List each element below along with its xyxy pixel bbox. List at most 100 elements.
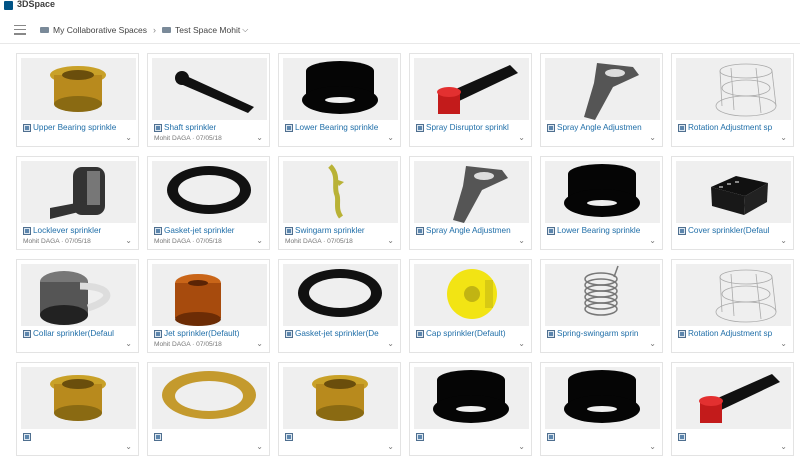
object-card[interactable]: Spring-swingarm sprin ⌄	[540, 259, 663, 353]
object-card[interactable]: Jet sprinkler(Default) Mohit DAGA · 07/05…	[147, 259, 270, 353]
card-title-link[interactable]: Shaft sprinkler	[164, 123, 216, 132]
part-thumbnail[interactable]	[21, 264, 136, 326]
part-thumbnail[interactable]	[676, 264, 791, 326]
object-card[interactable]: ⌄	[147, 362, 270, 456]
part-thumbnail[interactable]	[152, 58, 267, 120]
object-card[interactable]: Shaft sprinkler Mohit DAGA · 07/05/18 ⌄	[147, 53, 270, 147]
object-card[interactable]: Swingarm sprinkler Mohit DAGA · 07/05/18 ⌄	[278, 156, 401, 250]
chevron-down-icon[interactable]: ⌄	[518, 236, 525, 245]
object-card[interactable]: ⌄	[540, 362, 663, 456]
card-title-link[interactable]: Upper Bearing sprinkle	[33, 123, 116, 132]
part-thumbnail[interactable]	[545, 264, 660, 326]
part-thumbnail[interactable]	[414, 58, 529, 120]
object-card[interactable]: ⌄	[16, 362, 139, 456]
part-thumbnail[interactable]	[21, 58, 136, 120]
part-thumbnail[interactable]	[152, 264, 267, 326]
chevron-down-icon[interactable]: ⌄	[256, 442, 263, 451]
part-thumbnail[interactable]	[152, 161, 267, 223]
chevron-down-icon[interactable]: ⌄	[780, 133, 787, 142]
object-card[interactable]: Gasket-jet sprinkler Mohit DAGA · 07/05/1…	[147, 156, 270, 250]
object-card[interactable]: Rotation Adjustment sp ⌄	[671, 259, 794, 353]
card-title-link[interactable]: Cap sprinkler(Default)	[426, 329, 506, 338]
part-thumbnail[interactable]	[283, 367, 398, 429]
card-title-link[interactable]: Rotation Adjustment sp	[688, 329, 772, 338]
card-title-link[interactable]: Spring-swingarm sprin	[557, 329, 638, 338]
object-card[interactable]: ⌄	[671, 362, 794, 456]
chevron-down-icon[interactable]: ⌄	[256, 339, 263, 348]
card-title-link[interactable]: Spray Angle Adjustmen	[426, 226, 511, 235]
card-title-link[interactable]: Gasket-jet sprinkler(De	[295, 329, 379, 338]
title-row: Cap sprinkler(Default)	[416, 328, 515, 339]
object-card[interactable]: Locklever sprinkler Mohit DAGA · 07/05/18…	[16, 156, 139, 250]
card-title-link[interactable]: Lower Bearing sprinkle	[557, 226, 640, 235]
chevron-down-icon[interactable]: ⌄	[649, 442, 656, 451]
object-card[interactable]: Rotation Adjustment sp ⌄	[671, 53, 794, 147]
chevron-down-icon[interactable]: ⌄	[387, 442, 394, 451]
part-thumbnail[interactable]	[283, 161, 398, 223]
card-title-link[interactable]: Jet sprinkler(Default)	[164, 329, 240, 338]
chevron-down-icon[interactable]: ⌄	[387, 236, 394, 245]
object-card[interactable]: Gasket-jet sprinkler(De ⌄	[278, 259, 401, 353]
card-owner: Mohit DAGA	[154, 135, 191, 142]
chevron-down-icon[interactable]: ⌄	[387, 133, 394, 142]
part-thumbnail[interactable]	[545, 367, 660, 429]
part-thumbnail[interactable]	[676, 367, 791, 429]
chevron-down-icon[interactable]: ⌄	[125, 339, 132, 348]
card-title-link[interactable]: Spray Angle Adjustmen	[557, 123, 642, 132]
part-thumbnail[interactable]	[545, 161, 660, 223]
part-thumbnail[interactable]	[283, 58, 398, 120]
card-title-link[interactable]: Spray Disruptor sprinkl	[426, 123, 509, 132]
chevron-down-icon[interactable]: ⌄	[780, 339, 787, 348]
part-thumbnail[interactable]	[21, 161, 136, 223]
part-thumbnail[interactable]	[21, 367, 136, 429]
object-card[interactable]: Lower Bearing sprinkle ⌄	[278, 53, 401, 147]
object-card[interactable]: Cap sprinkler(Default) ⌄	[409, 259, 532, 353]
object-card[interactable]: Spray Angle Adjustmen ⌄	[409, 156, 532, 250]
title-row: Collar sprinkler(Defaul	[23, 328, 122, 339]
object-card[interactable]: ⌄	[278, 362, 401, 456]
part-thumbnail[interactable]	[414, 367, 529, 429]
card-title-link[interactable]: Swingarm sprinkler	[295, 226, 365, 235]
part-thumbnail[interactable]	[676, 58, 791, 120]
chevron-down-icon[interactable]: ⌄	[649, 236, 656, 245]
object-card[interactable]: ⌄	[409, 362, 532, 456]
hamburger-menu-icon[interactable]	[14, 24, 26, 35]
breadcrumb-collaborative-spaces[interactable]: My Collaborative Spaces	[53, 25, 147, 35]
chevron-down-icon[interactable]: ⌄	[518, 339, 525, 348]
chevron-down-icon[interactable]: ⌄	[780, 442, 787, 451]
object-card[interactable]: Lower Bearing sprinkle ⌄	[540, 156, 663, 250]
object-card[interactable]: Cover sprinkler(Defaul ⌄	[671, 156, 794, 250]
chevron-down-icon[interactable]: ⌄	[649, 339, 656, 348]
object-card[interactable]: Spray Disruptor sprinkl ⌄	[409, 53, 532, 147]
part-thumbnail[interactable]	[414, 161, 529, 223]
chevron-down-icon[interactable]: ⌄	[125, 133, 132, 142]
part-icon	[547, 226, 555, 235]
part-thumbnail[interactable]	[283, 264, 398, 326]
object-card[interactable]: Spray Angle Adjustmen ⌄	[540, 53, 663, 147]
part-thumbnail[interactable]	[545, 58, 660, 120]
card-title-link[interactable]: Gasket-jet sprinkler	[164, 226, 235, 235]
chevron-down-icon[interactable]: ⌄	[780, 236, 787, 245]
chevron-down-icon[interactable]: ⌄	[256, 236, 263, 245]
chevron-down-icon[interactable]: ⌄	[518, 442, 525, 451]
card-title-link[interactable]: Locklever sprinkler	[33, 226, 101, 235]
chevron-down-icon[interactable]: ⌄	[518, 133, 525, 142]
card-title-link[interactable]: Lower Bearing sprinkle	[295, 123, 378, 132]
chevron-down-icon[interactable]: ⌄	[125, 236, 132, 245]
part-thumbnail[interactable]	[676, 161, 791, 223]
part-thumbnail[interactable]	[152, 367, 267, 429]
card-title-link[interactable]: Cover sprinkler(Defaul	[688, 226, 769, 235]
chevron-down-icon[interactable]: ⌵	[242, 25, 248, 35]
part-thumbnail[interactable]	[414, 264, 529, 326]
chevron-down-icon[interactable]: ⌄	[387, 339, 394, 348]
object-card[interactable]: Collar sprinkler(Defaul ⌄	[16, 259, 139, 353]
chevron-down-icon[interactable]: ⌄	[649, 133, 656, 142]
card-title-link[interactable]: Collar sprinkler(Defaul	[33, 329, 114, 338]
breadcrumb: My Collaborative Spaces › Test Space Moh…	[40, 25, 248, 35]
app-logo-icon[interactable]	[4, 0, 13, 10]
card-title-link[interactable]: Rotation Adjustment sp	[688, 123, 772, 132]
chevron-down-icon[interactable]: ⌄	[256, 133, 263, 142]
object-card[interactable]: Upper Bearing sprinkle ⌄	[16, 53, 139, 147]
breadcrumb-current-space[interactable]: Test Space Mohit	[175, 25, 240, 35]
chevron-down-icon[interactable]: ⌄	[125, 442, 132, 451]
